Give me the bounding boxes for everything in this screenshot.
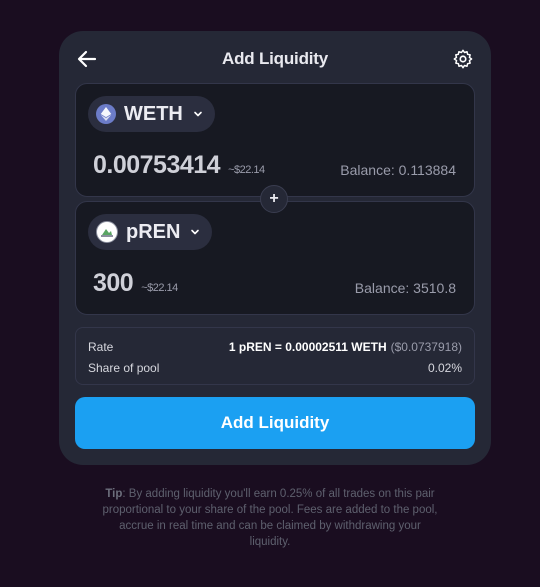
tip-text: Tip: By adding liquidity you'll earn 0.2… (100, 486, 440, 550)
chevron-down-icon (194, 111, 202, 117)
token-a-amount: 0.00753414 (93, 151, 221, 179)
token-b-usd-value: ~$22.14 (141, 282, 178, 294)
token-a-usd-value: ~$22.14 (228, 164, 265, 176)
ethereum-icon (96, 104, 116, 124)
add-liquidity-button[interactable]: Add Liquidity (75, 397, 475, 449)
token-a-balance: Balance: 0.113884 (340, 162, 456, 178)
token-a-amount-input[interactable]: 0.00753414 ~$22.14 (93, 151, 265, 180)
share-label: Share of pool (88, 360, 160, 375)
share-value: 0.02% (427, 360, 462, 375)
rate-info: 1 pREN = 0.00002511 WETH ($0.0737918) (229, 340, 462, 354)
token-b-selector[interactable]: pREN (88, 214, 213, 250)
pool-info-box: Rate 1 pREN = 0.00002511 WETH ($0.0737918… (75, 327, 475, 385)
token-a-selector[interactable]: WETH (88, 96, 215, 132)
share-row: Share of pool 0.02% (88, 357, 462, 378)
rate-label: Rate (88, 339, 114, 354)
chevron-down-icon (191, 229, 200, 235)
tip-body: : By adding liquidity you'll earn 0.25% … (102, 488, 438, 548)
rate-usd-value: ($0.0737918) (390, 339, 462, 354)
token-b-amount-input[interactable]: 300 ~$22.14 (93, 269, 178, 298)
tip-prefix: Tip (105, 488, 123, 500)
page-title: Add Liquidity (222, 49, 328, 68)
token-b-balance: Balance: 3510.8 (354, 280, 456, 296)
plus-icon: + (260, 185, 288, 213)
token-b-amount: 300 (93, 269, 134, 297)
token-b-symbol: pREN (126, 220, 181, 243)
rate-row: Rate 1 pREN = 0.00002511 WETH ($0.0737918… (88, 336, 462, 357)
add-liquidity-card: Add Liquidity WETH 0.00753414 ~$22.14 Ba… (59, 31, 491, 465)
gear-icon[interactable] (452, 48, 474, 70)
card-header: Add Liquidity (59, 31, 491, 87)
token-a-panel: WETH 0.00753414 ~$22.14 Balance: 0.11388… (75, 83, 475, 197)
token-a-symbol: WETH (124, 102, 183, 125)
rate-value: 1 pREN = 0.00002511 WETH (228, 339, 387, 354)
pren-token-icon (96, 221, 118, 243)
token-b-panel: pREN 300 ~$22.14 Balance: 3510.8 (75, 201, 475, 315)
